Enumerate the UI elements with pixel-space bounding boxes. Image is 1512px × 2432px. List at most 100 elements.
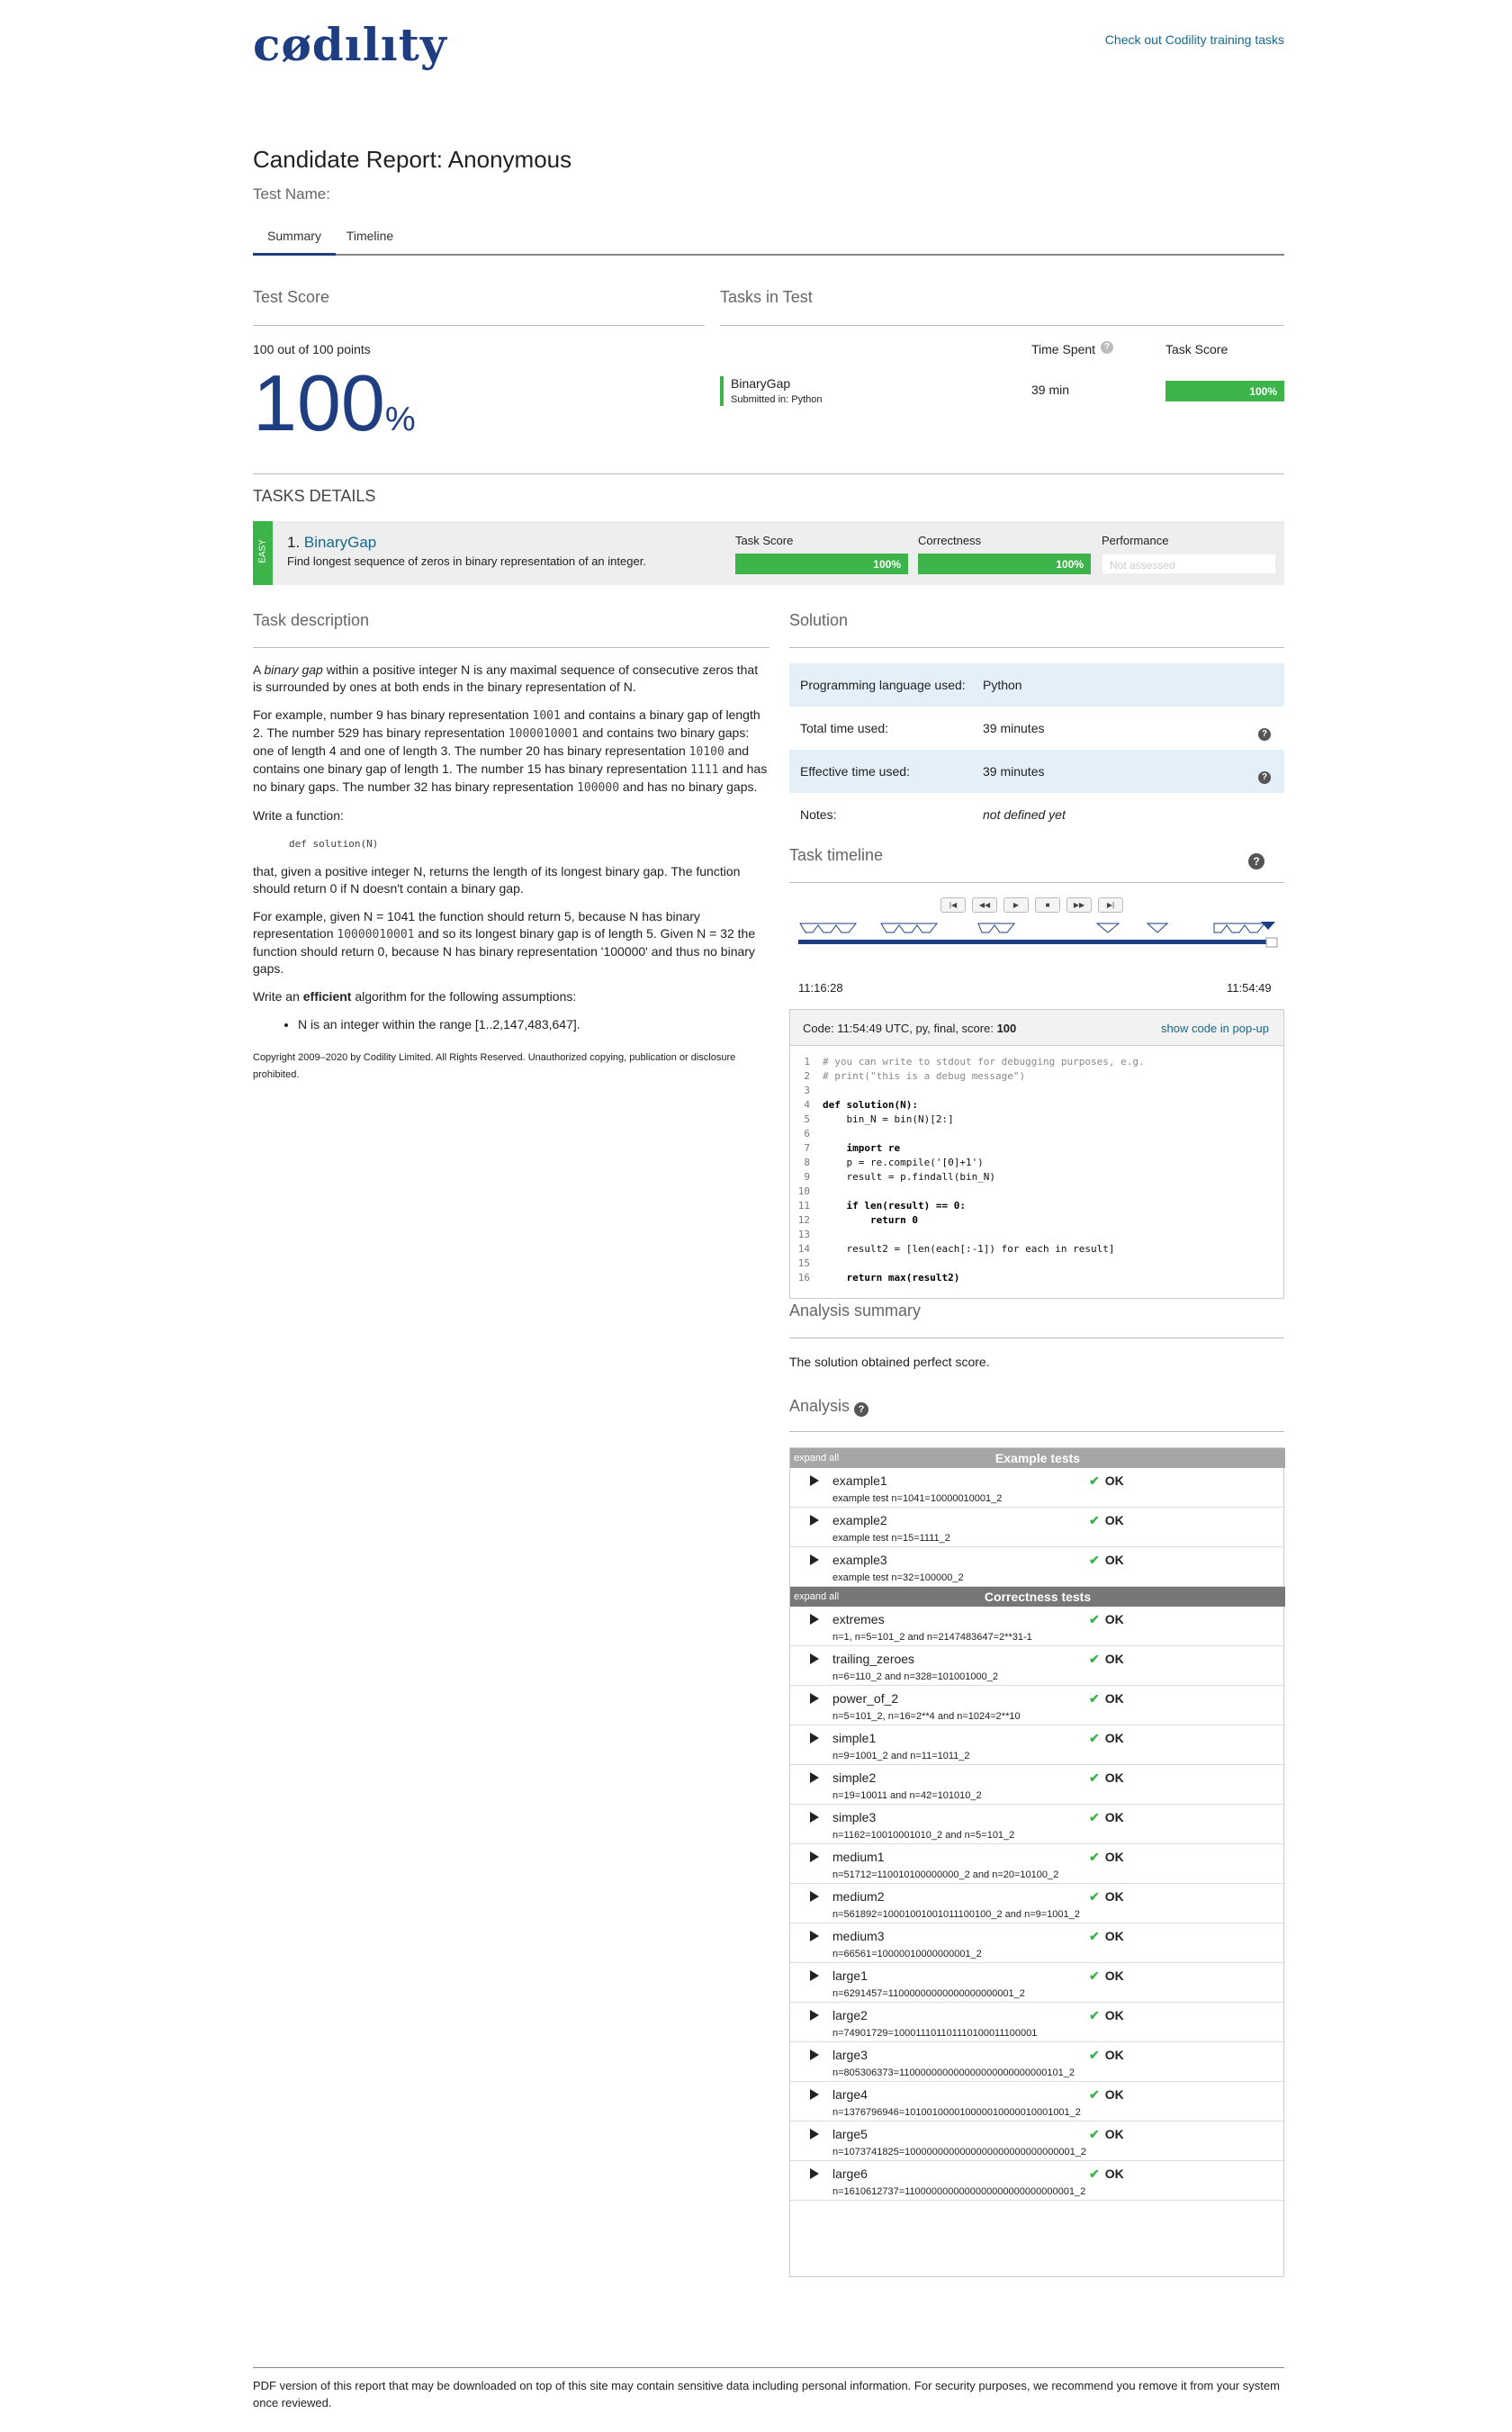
code-line: 5 bin_N = bin(N)[2:] (804, 1113, 954, 1125)
show-code-popup-link[interactable]: show code in pop-up (1161, 1022, 1269, 1035)
divider (253, 2367, 1284, 2368)
test-row[interactable]: extremes n=1, n=5=101_2 and n=2147483647=… (790, 1607, 1285, 1646)
test-row[interactable]: medium2 n=561892=10001001001011100100_2 a… (790, 1884, 1285, 1923)
test-row[interactable]: large6 n=1610612737=110000000000000000000… (790, 2161, 1285, 2201)
expand-triangle-icon[interactable] (810, 2129, 819, 2139)
task-title[interactable]: 1. BinaryGap (287, 534, 376, 552)
test-row[interactable]: medium1 n=51712=110010100000000_2 and n=2… (790, 1844, 1285, 1884)
task-name[interactable]: BinaryGap (731, 376, 790, 391)
skip-start-button[interactable]: |◀ (940, 897, 966, 913)
expand-triangle-icon[interactable] (810, 2010, 819, 2021)
code-line: 9 result = p.findall(bin_N) (804, 1171, 996, 1183)
check-icon: ✔ (1089, 2166, 1100, 2181)
play-button[interactable]: ▶ (1004, 897, 1029, 913)
function-signature: def solution(N) (289, 838, 379, 850)
tasks-in-test-heading: Tasks in Test (720, 288, 813, 306)
training-tasks-link[interactable]: Check out Codility training tasks (1105, 32, 1284, 47)
test-row[interactable]: medium3 n=66561=10000010000000001_2 ✔ OK (790, 1923, 1285, 1963)
timeline-track[interactable] (798, 922, 1284, 952)
expand-triangle-icon[interactable] (810, 1475, 819, 1486)
expand-triangle-icon[interactable] (810, 1891, 819, 1902)
test-row[interactable]: example2 example test n=15=1111_2 ✔ OK (790, 1508, 1285, 1547)
expand-triangle-icon[interactable] (810, 1693, 819, 1704)
expand-triangle-icon[interactable] (810, 1772, 819, 1783)
test-row[interactable]: large5 n=1073741825=100000000000000000000… (790, 2121, 1285, 2161)
analysis-table: expand all Example tests example1 example… (789, 1447, 1285, 2277)
expand-all-link[interactable]: expand all (794, 1448, 839, 1468)
skip-end-button[interactable]: ▶| (1098, 897, 1123, 913)
test-description: n=19=10011 and n=42=101010_2 (832, 1790, 982, 1801)
score-display: 100% (253, 358, 416, 448)
test-description: n=1610612737=110000000000000000000000000… (832, 2186, 1086, 2197)
help-icon[interactable]: ? (1248, 853, 1264, 869)
expand-triangle-icon[interactable] (810, 2168, 819, 2179)
task-difficulty-marker (720, 376, 724, 406)
assumption-item: N is an integer within the range [1..2,1… (298, 1016, 770, 1033)
test-description: n=805306373=1100000000000000000000000001… (832, 2067, 1075, 2078)
report-tabs: Summary Timeline (253, 221, 1284, 256)
tab-summary[interactable]: Summary (253, 229, 336, 256)
test-name: large4 (832, 2087, 868, 2102)
check-icon: ✔ (1089, 1889, 1100, 1904)
code-line: 6 (804, 1128, 810, 1139)
test-row[interactable]: simple1 n=9=1001_2 and n=11=1011_2 ✔ OK (790, 1725, 1285, 1765)
expand-triangle-icon[interactable] (810, 1851, 819, 1862)
divider (253, 647, 770, 648)
test-result: ✔ OK (1089, 1731, 1124, 1745)
performance-bar: Not assessed (1102, 554, 1276, 574)
stop-button[interactable]: ■ (1035, 897, 1060, 913)
test-score-heading: Test Score (253, 288, 330, 306)
expand-all-link[interactable]: expand all (794, 1587, 839, 1607)
timeline-end-time: 11:54:49 (1227, 981, 1272, 995)
code-line: 11 if len(result) == 0: (797, 1200, 966, 1211)
test-row[interactable]: large1 n=6291457=11000000000000000000001_… (790, 1963, 1285, 2003)
expand-triangle-icon[interactable] (810, 1653, 819, 1664)
expand-triangle-icon[interactable] (810, 1931, 819, 1941)
code-line: 13 (797, 1229, 810, 1240)
fast-forward-button[interactable]: ▶▶ (1066, 897, 1092, 913)
help-icon[interactable]: ? (1101, 341, 1113, 354)
test-row[interactable]: simple3 n=1162=10010001010_2 and n=5=101_… (790, 1805, 1285, 1844)
test-row[interactable]: example3 example test n=32=100000_2 ✔ OK (790, 1547, 1285, 1587)
test-description: n=5=101_2, n=16=2**4 and n=1024=2**10 (832, 1711, 1021, 1722)
expand-triangle-icon[interactable] (810, 2049, 819, 2060)
test-row[interactable]: large4 n=1376796946=101001000010000010000… (790, 2082, 1285, 2121)
code-line: 7 import re (804, 1142, 901, 1154)
correctness-tests-header: expand all Correctness tests (790, 1587, 1285, 1607)
codility-logo[interactable]: cødılıty (253, 18, 447, 71)
test-description: n=74901729=100011101101110100011100001 (832, 2028, 1038, 2039)
total-time-row: Total time used: 39 minutes ? (789, 707, 1284, 750)
expand-triangle-icon[interactable] (810, 1614, 819, 1625)
help-icon[interactable]: ? (1258, 728, 1271, 741)
test-row[interactable]: large3 n=805306373=1100000000000000000000… (790, 2042, 1285, 2082)
code-line: 10 (797, 1185, 810, 1197)
test-row[interactable]: trailing_zeroes n=6=110_2 and n=328=10100… (790, 1646, 1285, 1686)
test-description: example test n=32=100000_2 (832, 1572, 964, 1583)
help-icon[interactable]: ? (1258, 771, 1271, 784)
check-icon: ✔ (1089, 1968, 1100, 1983)
performance-label: Performance (1102, 534, 1169, 547)
check-icon: ✔ (1089, 1770, 1100, 1785)
expand-triangle-icon[interactable] (810, 1970, 819, 1981)
test-result: ✔ OK (1089, 1691, 1124, 1706)
test-row[interactable]: large2 n=74901729=10001110110111010001110… (790, 2003, 1285, 2042)
test-name: simple3 (832, 1810, 877, 1824)
test-name: large1 (832, 1968, 868, 1983)
test-name: large6 (832, 2166, 868, 2181)
score-value: 100 (253, 358, 385, 447)
expand-triangle-icon[interactable] (810, 1554, 819, 1565)
expand-triangle-icon[interactable] (810, 1812, 819, 1823)
test-description: n=66561=10000010000000001_2 (832, 1949, 982, 1959)
test-row[interactable]: example1 example test n=1041=10000010001_… (790, 1468, 1285, 1508)
test-row[interactable]: power_of_2 n=5=101_2, n=16=2**4 and n=102… (790, 1686, 1285, 1725)
expand-triangle-icon[interactable] (810, 1515, 819, 1526)
test-row[interactable]: simple2 n=19=10011 and n=42=101010_2 ✔ OK (790, 1765, 1285, 1805)
rewind-button[interactable]: ◀◀ (972, 897, 997, 913)
expand-triangle-icon[interactable] (810, 1733, 819, 1743)
tab-timeline[interactable]: Timeline (339, 229, 400, 256)
expand-triangle-icon[interactable] (810, 2089, 819, 2100)
test-result: ✔ OK (1089, 1553, 1124, 1567)
divider (253, 473, 1284, 474)
code-line: 16 return max(result2) (797, 1272, 960, 1284)
help-icon[interactable]: ? (854, 1402, 868, 1417)
